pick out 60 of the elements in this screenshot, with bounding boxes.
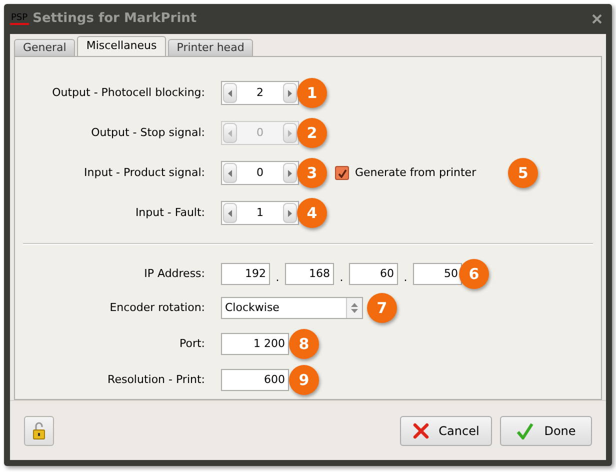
left-arrow-icon <box>228 130 232 136</box>
input-field[interactable]: 600 <box>221 369 289 391</box>
field-label: Output - Photocell blocking: <box>51 84 206 101</box>
lock-button[interactable] <box>24 416 54 446</box>
unlocked-padlock-icon <box>33 422 45 440</box>
checkmark-icon <box>338 168 346 178</box>
checkmark-icon <box>516 422 534 440</box>
callout-badge: 9 <box>289 365 319 395</box>
input-field[interactable]: 1 200 <box>221 333 289 355</box>
arrow-button[interactable] <box>223 203 237 223</box>
input-field[interactable]: 168 <box>285 263 334 285</box>
callout-badge: 8 <box>289 329 319 359</box>
close-icon <box>412 422 429 438</box>
field-label: Input - Product signal: <box>83 164 206 181</box>
window-title: Settings for MarkPrint <box>32 10 197 28</box>
up-down-arrows-icon <box>351 303 358 313</box>
field-label: Output - Stop signal: <box>90 124 206 141</box>
dropdown-field[interactable]: Clockwise <box>221 297 363 319</box>
arrow-button[interactable] <box>283 163 297 183</box>
right-arrow-icon <box>288 210 292 216</box>
spinner-field[interactable]: 1 <box>221 201 299 225</box>
left-arrow-icon <box>228 170 232 176</box>
input-field[interactable]: 192 <box>221 263 270 285</box>
callout-badge: 3 <box>297 158 327 188</box>
ip-separator: . <box>274 270 280 286</box>
app-logo: PSP <box>10 14 29 24</box>
right-arrow-icon <box>288 170 292 176</box>
arrow-button[interactable] <box>283 203 297 223</box>
checkbox-label: Generate from printer <box>355 164 476 181</box>
field-label: Resolution - Print: <box>106 372 206 388</box>
arrow-button[interactable] <box>283 83 297 103</box>
field-label: Input - Fault: <box>134 204 206 221</box>
spinner-field[interactable]: 2 <box>221 81 299 105</box>
field-label: Encoder rotation: <box>108 300 206 316</box>
callout-badge: 1 <box>297 78 327 108</box>
right-arrow-icon <box>288 90 292 96</box>
left-arrow-icon <box>228 90 232 96</box>
spinner-field[interactable]: 0 <box>221 161 299 185</box>
ip-separator: . <box>402 270 408 286</box>
callout-badge: 6 <box>459 259 489 289</box>
tab[interactable]: Printer head <box>168 39 254 56</box>
right-arrow-icon <box>288 130 292 136</box>
checkbox[interactable] <box>335 166 349 180</box>
field-label: IP Address: <box>143 266 206 282</box>
done-button[interactable]: Done <box>500 416 592 446</box>
callout-badge: 5 <box>508 158 538 188</box>
tab[interactable]: Miscellaneus <box>77 36 166 56</box>
arrow-button[interactable] <box>223 163 237 183</box>
input-field[interactable]: 60 <box>349 263 398 285</box>
callout-badge: 4 <box>297 198 327 228</box>
ip-separator: . <box>338 270 344 286</box>
close-icon[interactable] <box>592 14 602 24</box>
tab[interactable]: General <box>14 39 76 56</box>
arrow-button[interactable] <box>223 83 237 103</box>
callout-badge: 7 <box>367 293 397 323</box>
input-field[interactable]: 50 <box>413 263 462 285</box>
callout-badge: 2 <box>297 118 327 148</box>
field-label: Port: <box>178 336 206 352</box>
left-arrow-icon <box>228 210 232 216</box>
cancel-button[interactable]: Cancel <box>400 416 492 446</box>
